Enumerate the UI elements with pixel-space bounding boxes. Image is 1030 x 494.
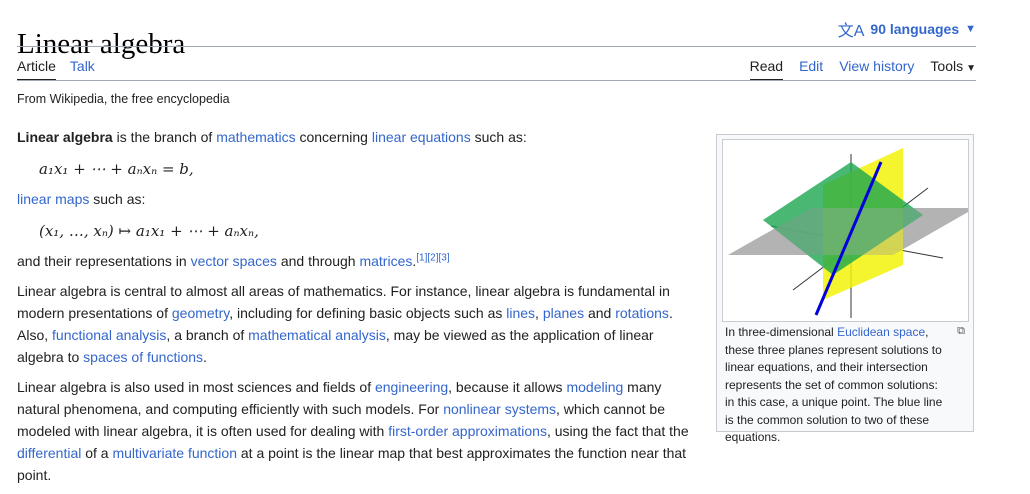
link-linear-equations[interactable]: linear equations xyxy=(372,129,471,145)
tab-view-history[interactable]: View history xyxy=(839,56,914,81)
link-multivariate-function[interactable]: multivariate function xyxy=(112,445,237,461)
link-mathematical-analysis[interactable]: mathematical analysis xyxy=(248,327,386,343)
tab-read[interactable]: Read xyxy=(749,56,784,81)
enlarge-icon[interactable]: ⧉ xyxy=(957,325,965,338)
link-rotations[interactable]: rotations xyxy=(615,305,669,321)
link-differential[interactable]: differential xyxy=(17,445,81,461)
link-linear-maps[interactable]: linear maps xyxy=(17,191,89,207)
text: and xyxy=(584,305,616,321)
math-equation-1: a₁x₁ + ⋯ + aₙxₙ = b, xyxy=(39,160,194,178)
math-equation-2: (x₁, …, xₙ) ↦ a₁x₁ + ⋯ + aₙxₙ, xyxy=(39,222,259,240)
site-tagline: From Wikipedia, the free encyclopedia xyxy=(17,92,230,106)
text: , including for defining basic objects s… xyxy=(229,305,507,321)
view-tabs: Read Edit View history Tools ▼ xyxy=(749,56,976,81)
reference-links[interactable]: [1][2][3] xyxy=(416,252,449,263)
text: In three-dimensional xyxy=(725,325,838,339)
paragraph-central: Linear algebra is central to almost all … xyxy=(17,280,689,368)
namespace-tabs: Article Talk xyxy=(17,56,95,81)
figure-infobox: In three-dimensional Euclidean space, th… xyxy=(716,134,975,444)
text: , using the fact that the xyxy=(546,423,689,439)
text: Linear algebra is also used in most scie… xyxy=(17,379,375,395)
title-divider xyxy=(17,46,976,47)
tools-label: Tools xyxy=(930,58,964,74)
link-planes[interactable]: planes xyxy=(543,305,584,321)
link-modeling[interactable]: modeling xyxy=(566,379,623,395)
text: . xyxy=(203,349,207,365)
text: , a branch of xyxy=(166,327,249,343)
languages-label: 90 languages xyxy=(870,21,960,37)
link-vector-spaces[interactable]: vector spaces xyxy=(191,253,277,269)
text: such as: xyxy=(470,129,527,145)
text: is the branch of xyxy=(112,129,217,145)
link-nonlinear-systems[interactable]: nonlinear systems xyxy=(443,401,556,417)
translate-icon: 文A xyxy=(837,23,865,40)
link-functional-analysis[interactable]: functional analysis xyxy=(52,327,166,343)
link-first-order-approximations[interactable]: first-order approximations xyxy=(388,423,547,439)
text: and their representations in xyxy=(17,253,191,269)
tools-menu[interactable]: Tools ▼ xyxy=(930,56,976,81)
link-engineering[interactable]: engineering xyxy=(375,379,448,395)
three-planes-illustration xyxy=(728,148,975,318)
figure-caption: In three-dimensional Euclidean space, th… xyxy=(725,324,949,447)
chevron-down-icon: ▼ xyxy=(965,23,976,35)
tabs-divider xyxy=(17,80,976,81)
text: concerning xyxy=(295,129,372,145)
link-matrices[interactable]: matrices xyxy=(359,253,412,269)
link-euclidean-space[interactable]: Euclidean space xyxy=(837,325,925,339)
text: and through xyxy=(276,253,360,269)
planes-intersection-image[interactable] xyxy=(722,139,975,322)
tab-talk[interactable]: Talk xyxy=(70,56,95,81)
text: , because it allows xyxy=(448,379,567,395)
paragraph-representations: and their representations in vector spac… xyxy=(17,250,689,272)
link-spaces-of-functions[interactable]: spaces of functions xyxy=(83,349,203,365)
paragraph-maps: linear maps such as: xyxy=(17,188,689,210)
bold-term: Linear algebra xyxy=(17,129,113,145)
text: , these three planes represent solutions… xyxy=(725,325,943,444)
text: , xyxy=(535,305,543,321)
link-geometry[interactable]: geometry xyxy=(172,305,229,321)
link-lines[interactable]: lines xyxy=(506,305,535,321)
text: of a xyxy=(81,445,113,461)
languages-button[interactable]: 文A 90 languages ▼ xyxy=(838,17,976,41)
tab-edit[interactable]: Edit xyxy=(799,56,823,81)
paragraph-intro: Linear algebra is the branch of mathemat… xyxy=(17,126,689,148)
article-body: Linear algebra is the branch of mathemat… xyxy=(17,126,689,494)
paragraph-sciences: Linear algebra is also used in most scie… xyxy=(17,376,689,486)
chevron-down-icon: ▼ xyxy=(966,63,976,74)
link-mathematics[interactable]: mathematics xyxy=(216,129,295,145)
tab-article[interactable]: Article xyxy=(17,56,56,81)
text: such as: xyxy=(89,191,146,207)
